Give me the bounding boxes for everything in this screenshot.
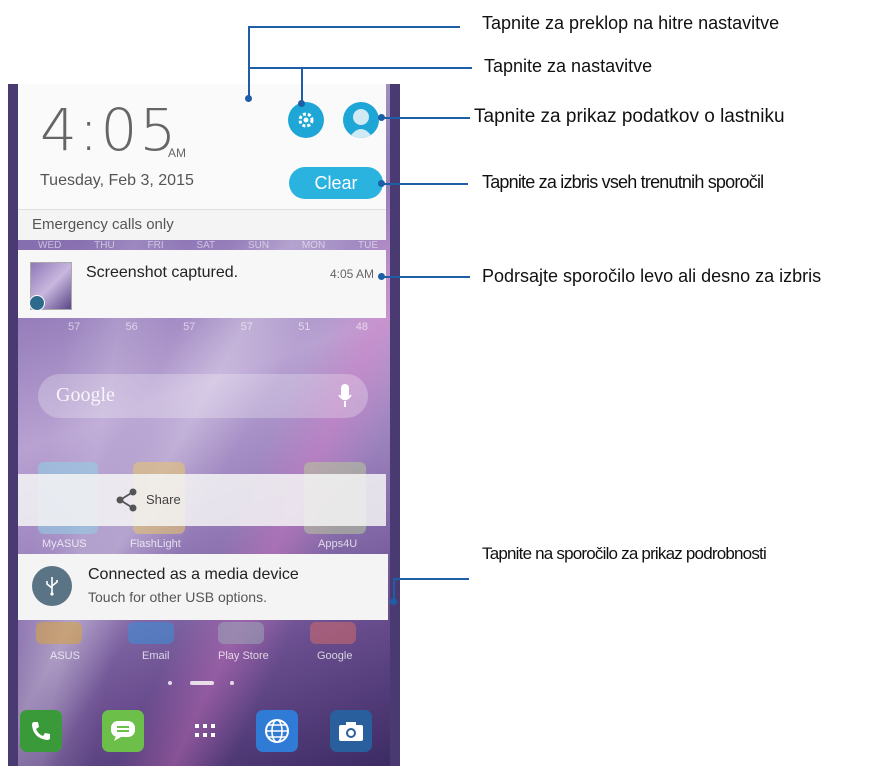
app-label: Google (317, 650, 353, 662)
messages-app-icon[interactable] (102, 710, 144, 752)
callout-dot (378, 114, 385, 121)
app-label: FlashLight (130, 538, 181, 550)
callout-line (382, 276, 470, 278)
app-label: Apps4U (318, 538, 358, 550)
camera-app-icon[interactable] (330, 710, 372, 752)
temp-label: 48 (355, 321, 368, 333)
callout-line (248, 26, 460, 28)
usb-notification[interactable]: Connected as a media device Touch for ot… (18, 554, 388, 620)
share-notification[interactable]: Share (18, 474, 386, 526)
image-badge-icon (29, 295, 45, 311)
clock-ampm: AM (168, 146, 186, 160)
clear-all-button[interactable]: Clear (289, 167, 383, 199)
page-indicator (168, 681, 172, 685)
message-icon (111, 721, 135, 741)
emergency-calls-label: Emergency calls only (32, 216, 174, 233)
temp-label: 51 (298, 321, 311, 333)
callout-line (382, 183, 468, 185)
callout-line (301, 67, 303, 104)
callout-dot (298, 100, 305, 107)
notification-subtitle: Touch for other USB options. (88, 589, 267, 605)
search-placeholder: Google (56, 384, 115, 406)
usb-icon-circle (32, 566, 72, 606)
gear-icon (298, 112, 314, 128)
temp-label: 56 (125, 321, 138, 333)
page-indicator-active (190, 681, 214, 685)
callout-owner-info: Tapnite za prikaz podatkov o lastniku (474, 106, 785, 127)
weather-temps: 57 56 57 57 51 48 (68, 321, 368, 333)
usb-icon (46, 577, 58, 596)
mic-icon[interactable] (338, 384, 352, 408)
callout-settings: Tapnite za nastavitve (484, 56, 653, 76)
callout-dot (390, 598, 397, 605)
date-label: Tuesday, Feb 3, 2015 (40, 172, 194, 189)
screenshot-notification[interactable]: Screenshot captured. 4:05 AM (18, 250, 386, 318)
app-label: MyASUS (42, 538, 87, 550)
screen-edge-left (8, 84, 18, 766)
app-label: ASUS (50, 650, 80, 662)
phone-screen: 4:05 AM Tuesday, Feb 3, 2015 Clear Emerg… (8, 84, 400, 766)
callout-line (248, 67, 472, 69)
page-indicator (230, 681, 234, 685)
callout-quick-settings: Tapnite za preklop na hitre nastavitve (482, 13, 780, 33)
notification-time: 4:05 AM (330, 267, 375, 281)
user-avatar-icon (349, 109, 373, 138)
temp-label: 57 (68, 321, 81, 333)
browser-app-icon[interactable] (256, 710, 298, 752)
notification-title: Screenshot captured. (86, 264, 239, 281)
google-folder-icon (310, 622, 356, 644)
camera-icon (339, 722, 363, 741)
app-label: Play Store (218, 650, 269, 662)
callout-swipe-dismiss: Podrsajte sporočilo levo ali desno za iz… (482, 266, 822, 286)
phone-icon (32, 722, 50, 740)
screenshot-thumbnail (29, 262, 72, 311)
callout-dot (378, 180, 385, 187)
email-app-icon (128, 622, 174, 644)
app-label: Email (142, 650, 170, 662)
callout-dot (245, 95, 252, 102)
play-store-icon (218, 622, 264, 644)
globe-icon (265, 719, 289, 743)
settings-button[interactable] (288, 102, 324, 138)
callout-clear-all: Tapnite za izbris vseh trenutnih sporoči… (482, 172, 764, 192)
phone-app-icon[interactable] (20, 710, 62, 752)
notification-title: Connected as a media device (88, 566, 299, 583)
asus-folder-icon (36, 622, 82, 644)
app-drawer-icon (195, 724, 215, 737)
carrier-status-bar: Emergency calls only (18, 209, 386, 240)
callout-details: Tapnite na sporočilo za prikaz podrobnos… (482, 544, 767, 563)
callout-line (393, 578, 469, 580)
share-label: Share (146, 492, 181, 507)
notification-header[interactable]: 4:05 AM Tuesday, Feb 3, 2015 Clear (18, 84, 386, 209)
clock-time: 4:05 (40, 96, 179, 164)
screen-edge-right (390, 84, 400, 766)
callout-line (248, 26, 250, 99)
owner-info-button[interactable] (343, 102, 379, 138)
google-search-bar[interactable]: Google (38, 374, 368, 418)
share-icon (116, 488, 137, 512)
app-drawer-button[interactable] (184, 710, 226, 752)
callout-line (382, 117, 470, 119)
temp-label: 57 (240, 321, 253, 333)
callout-dot (378, 273, 385, 280)
temp-label: 57 (183, 321, 196, 333)
